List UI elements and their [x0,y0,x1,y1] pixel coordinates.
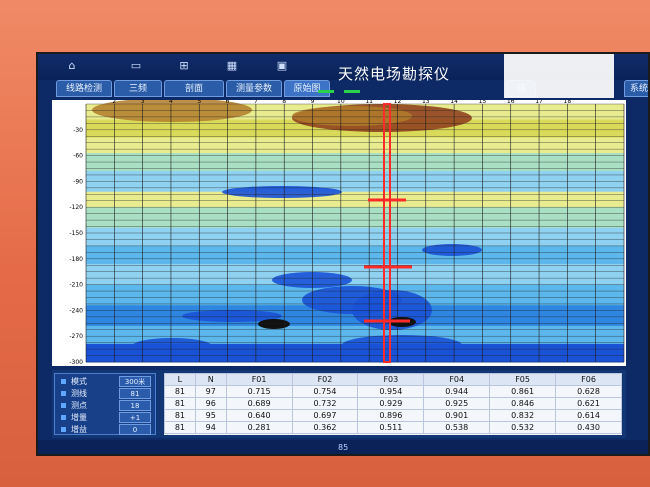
tab-line-check[interactable]: 线路检测 [56,80,112,97]
tab-system[interactable]: 系统 [624,80,648,97]
param-row: 测点 18 [55,400,155,412]
x-tick-label: 9 [311,100,315,105]
screen-glare [504,54,614,98]
contour-chart: 2 3 4 5 6 7 8 9 10 11 12 13 14 15 16 17 18 -30 -60 -90 -120… [52,100,626,366]
param-row: 增量 +1 [55,412,155,424]
y-tick-label: -300 [69,359,83,366]
table-row[interactable]: 81 95 0.640 0.697 0.896 0.901 0.832 0.614 [164,409,622,422]
contour-blob [342,335,462,355]
contour-blob [258,319,290,329]
x-tick-label: 3 [141,100,145,105]
x-tick-label: 13 [422,100,430,105]
y-tick-label: -120 [69,204,83,211]
y-tick-label: -30 [73,127,83,134]
table-row[interactable]: 81 94 0.281 0.362 0.511 0.538 0.532 0.430 [164,421,622,434]
x-tick-label: 6 [226,100,230,105]
x-tick-label: 16 [507,100,515,105]
table-row[interactable]: 81 96 0.689 0.732 0.929 0.925 0.846 0.621 [164,397,622,410]
x-tick-label: 14 [450,100,458,105]
y-tick-label: -150 [69,230,83,237]
x-tick-label: 8 [282,100,286,105]
grid-icon[interactable]: ▦ [224,59,240,73]
home-icon[interactable]: ⌂ [64,59,80,73]
x-tick-label: 7 [254,100,258,105]
y-tick-label: -90 [73,178,83,185]
params-panel: 模式 300米 测线 81 测点 18 增量 +1 增益 0 [54,373,156,435]
x-tick-label: 18 [564,100,572,105]
x-tick-label: 2 [112,100,116,105]
param-row: 模式 300米 [55,376,155,388]
y-tick-label: -210 [69,282,83,289]
contour-band [86,191,624,208]
contour-blob [132,338,212,354]
contour-band [86,245,624,265]
x-tick-label: 12 [394,100,402,105]
y-tick-label: -240 [69,307,83,314]
tab-measure-params[interactable]: 测量参数 [226,80,282,97]
device-screen: ⌂ ▭ ⊞ ▦ ▣ 天然电场勘探仪 线路检测 三频 剖面 测量参数 原始图 辅 … [36,52,650,456]
table-header-row: L N F01 F02 F03 F04 F05 F06 [164,373,622,386]
x-tick-label: 10 [337,100,345,105]
tab-profile[interactable]: 剖面 [164,80,224,97]
x-tick-label: 17 [535,100,543,105]
contour-band [86,137,624,154]
status-text: 85 [338,443,349,452]
grid [85,103,625,363]
info-area: 模式 300米 测线 81 测点 18 增量 +1 增益 0 L N F01 F02 F0… [52,370,626,438]
status-led [344,90,360,93]
contour-band [86,153,624,172]
data-table: L N F01 F02 F03 F04 F05 F06 81 97 0.715 0.7… [164,373,622,435]
contour-blob [292,106,412,126]
y-axis-ticks: -30 -60 -90 -120 -150 -180 -210 -240 -270 -300 [69,127,83,366]
x-tick-label: 11 [365,100,373,105]
status-bar: 85 [38,440,648,454]
image-icon[interactable]: ▣ [274,59,290,73]
file-plus-icon[interactable]: ⊞ [176,59,192,73]
tab-raw-image[interactable]: 原始图 [284,80,330,97]
param-row: 测线 81 [55,388,155,400]
x-tick-label: 5 [197,100,201,105]
contour-band [86,171,624,193]
y-tick-label: -60 [73,153,83,160]
x-tick-label: 4 [169,100,173,105]
y-tick-label: -180 [69,256,83,263]
x-tick-label: 15 [479,100,487,105]
file-icon[interactable]: ▭ [128,59,144,73]
contour-band [86,263,624,286]
status-led [318,90,334,93]
contour-band [86,207,624,229]
contour-band [86,227,624,247]
param-row: 增益 0 [55,424,155,436]
tab-three-freq[interactable]: 三频 [114,80,162,97]
y-tick-label: -270 [69,333,83,340]
table-row[interactable]: 81 97 0.715 0.754 0.954 0.944 0.861 0.628 [164,385,622,398]
